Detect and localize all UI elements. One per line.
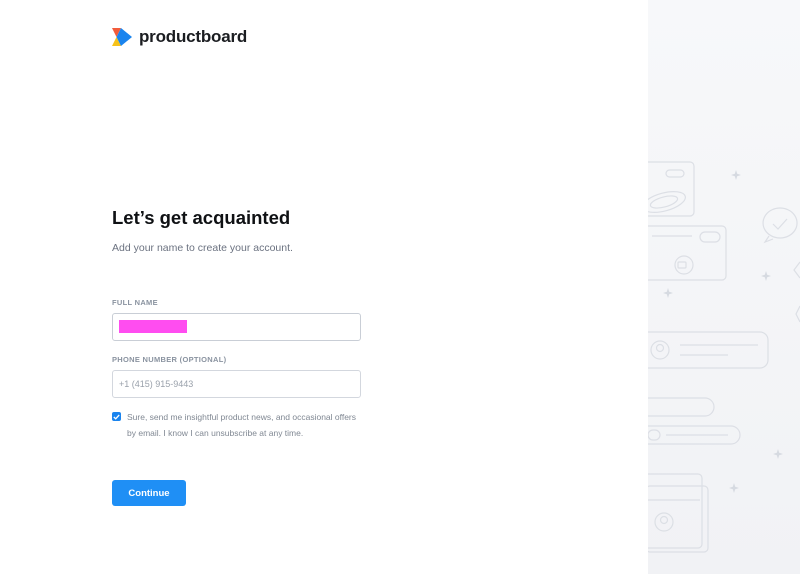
redacted-name-value (119, 320, 187, 333)
sparkle-icon (773, 449, 783, 459)
sparkle-icon (729, 483, 739, 493)
consent-text: Sure, send me insightful product news, a… (127, 410, 367, 441)
page-title: Let’s get acquainted (112, 207, 291, 228)
consent-line-1: Sure, send me insightful product news, a… (127, 412, 357, 422)
chat-bubble-icon (762, 207, 798, 239)
phone-field[interactable] (112, 370, 361, 398)
illustration-panel (648, 0, 800, 574)
brand-name: productboard (139, 27, 248, 46)
decorative-illustration (648, 161, 800, 553)
phone-label: PHONE NUMBER (OPTIONAL) (112, 355, 227, 364)
full-name-field[interactable] (112, 313, 361, 341)
signup-panel: productboard Let’s get acquainted Add yo… (0, 0, 648, 574)
checkmark-icon (113, 414, 120, 420)
user-avatar-icon (650, 340, 670, 360)
phone-input[interactable] (113, 371, 360, 397)
consent-checkbox[interactable] (112, 412, 121, 421)
sparkle-icon (761, 271, 771, 281)
sparkle-icon (663, 288, 673, 298)
continue-button[interactable]: Continue (112, 480, 186, 506)
user-avatar-icon (654, 512, 674, 532)
productboard-logo-icon (112, 28, 132, 46)
full-name-label: FULL NAME (112, 298, 158, 307)
brand-logo[interactable]: productboard (112, 27, 247, 47)
sparkle-icon (731, 170, 741, 180)
page-subtitle: Add your name to create your account. (112, 242, 293, 254)
consent-line-2: by email. I know I can unsubscribe at an… (127, 427, 304, 438)
